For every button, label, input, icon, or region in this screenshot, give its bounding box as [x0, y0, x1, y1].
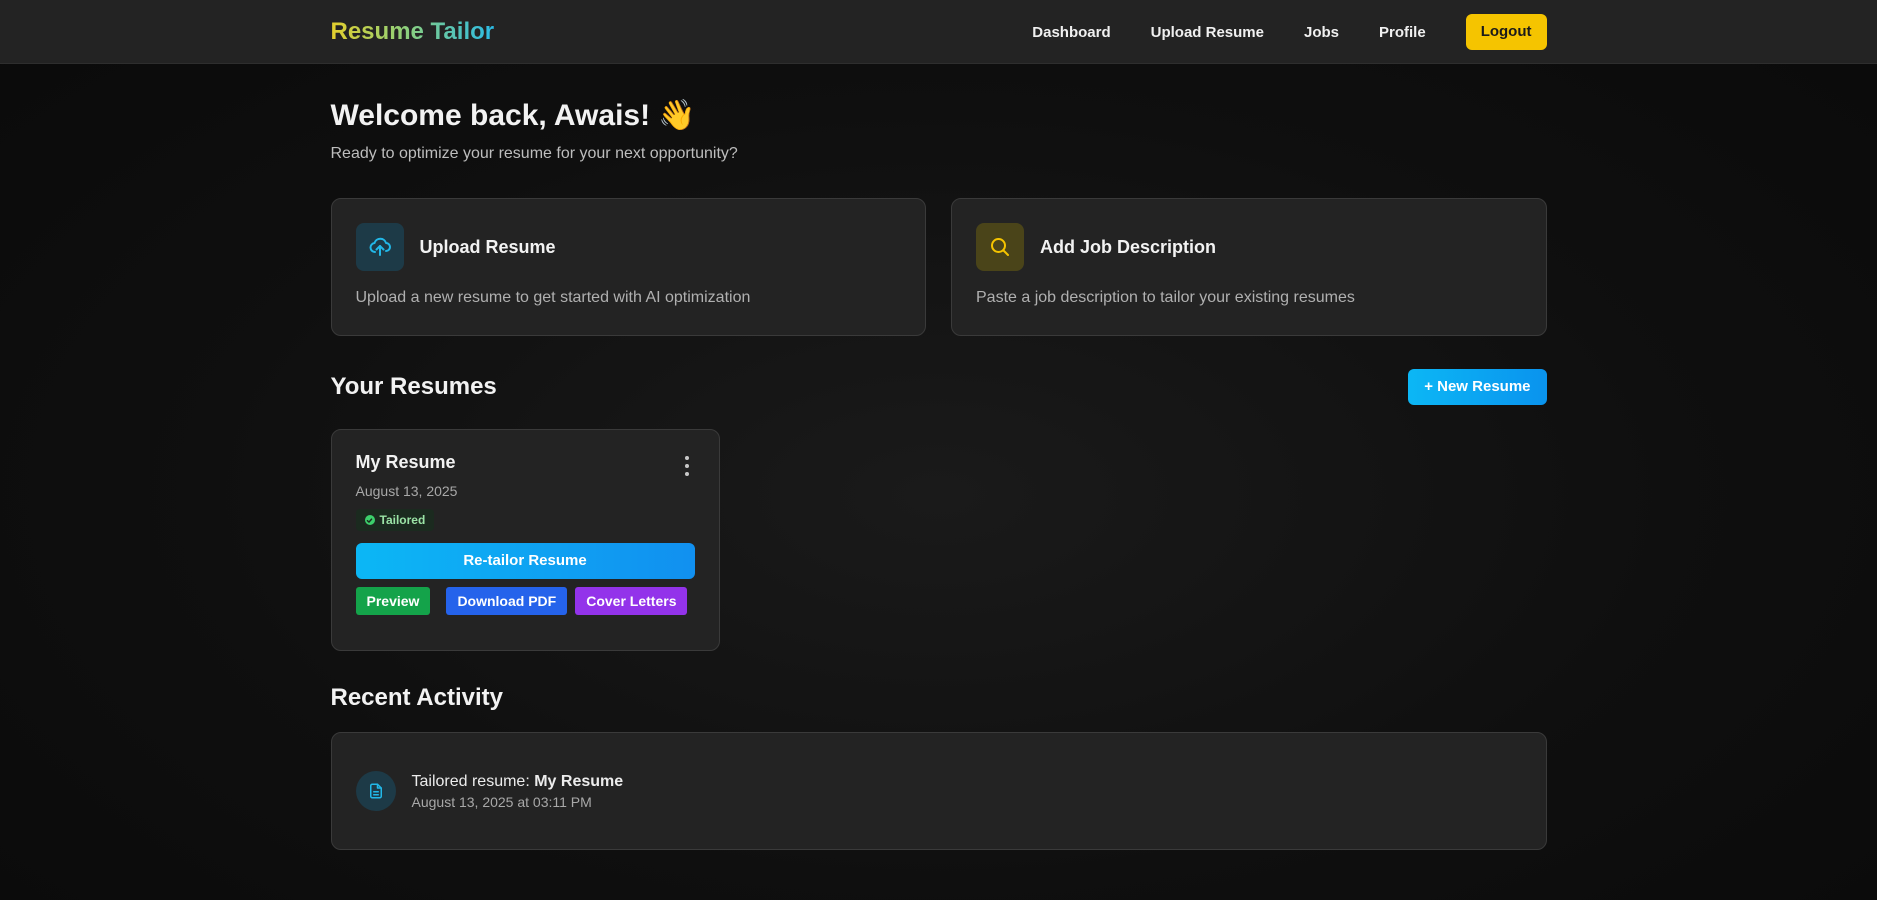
- upload-resume-card[interactable]: Upload Resume Upload a new resume to get…: [330, 198, 926, 336]
- resumes-section-title: Your Resumes: [330, 373, 497, 400]
- resumes-section-header: Your Resumes + New Resume: [331, 369, 1547, 405]
- add-job-description-title: Add Job Description: [1040, 236, 1217, 257]
- welcome-title: Welcome back, Awais! 👋: [330, 99, 696, 132]
- cover-letters-button[interactable]: Cover Letters: [575, 587, 688, 615]
- status-badge: Tailored: [355, 509, 435, 531]
- action-card-header: Add Job Description: [976, 223, 1522, 271]
- brand-logo[interactable]: Resume Tailor: [331, 18, 495, 46]
- main-content: Welcome back, Awais! 👋 Ready to optimize…: [330, 64, 1547, 850]
- activity-timestamp: August 13, 2025 at 03:11 PM: [411, 793, 592, 810]
- upload-cloud-icon: [355, 223, 404, 271]
- recent-activity-title: Recent Activity: [330, 684, 504, 711]
- nav-links: Dashboard Upload Resume Jobs Profile Log…: [992, 14, 1547, 50]
- retailor-resume-button[interactable]: Re-tailor Resume: [355, 543, 695, 579]
- activity-description: Tailored resume: My Resume: [412, 773, 624, 791]
- logout-button[interactable]: Logout: [1465, 14, 1547, 50]
- quick-actions: Upload Resume Upload a new resume to get…: [330, 198, 1547, 336]
- activity-prefix: Tailored resume:: [411, 772, 535, 790]
- more-options-icon[interactable]: [683, 456, 691, 476]
- action-card-header: Upload Resume: [355, 223, 902, 271]
- upload-resume-title: Upload Resume: [419, 236, 556, 257]
- add-job-description-card[interactable]: Add Job Description Paste a job descript…: [951, 198, 1547, 336]
- search-icon: [976, 223, 1024, 271]
- welcome-subtitle: Ready to optimize your resume for your n…: [330, 145, 738, 162]
- activity-subject: My Resume: [534, 772, 624, 790]
- resume-name: My Resume: [355, 452, 456, 472]
- resume-card: My Resume August 13, 2025 Tailored Re-ta…: [330, 429, 720, 651]
- top-navbar: Resume Tailor Dashboard Upload Resume Jo…: [0, 0, 1877, 64]
- upload-resume-description: Upload a new resume to get started with …: [355, 289, 751, 306]
- nav-link-dashboard[interactable]: Dashboard: [1032, 24, 1110, 41]
- resume-action-buttons: Preview Download PDF Cover Letters: [355, 587, 695, 615]
- status-badge-label: Tailored: [379, 513, 426, 527]
- new-resume-button[interactable]: + New Resume: [1408, 369, 1547, 405]
- resume-date: August 13, 2025: [355, 483, 458, 499]
- navbar-inner: Resume Tailor Dashboard Upload Resume Jo…: [331, 0, 1547, 64]
- activity-list: Tailored resume: My Resume August 13, 20…: [330, 732, 1547, 850]
- document-icon: [355, 771, 396, 811]
- add-job-description-description: Paste a job description to tailor your e…: [976, 289, 1355, 306]
- nav-link-jobs[interactable]: Jobs: [1304, 24, 1339, 41]
- download-pdf-button[interactable]: Download PDF: [446, 587, 568, 615]
- check-circle-icon: [364, 515, 375, 525]
- nav-link-profile[interactable]: Profile: [1379, 24, 1426, 41]
- preview-button[interactable]: Preview: [355, 587, 431, 615]
- nav-link-upload-resume[interactable]: Upload Resume: [1151, 24, 1264, 41]
- activity-item: Tailored resume: My Resume August 13, 20…: [412, 773, 624, 810]
